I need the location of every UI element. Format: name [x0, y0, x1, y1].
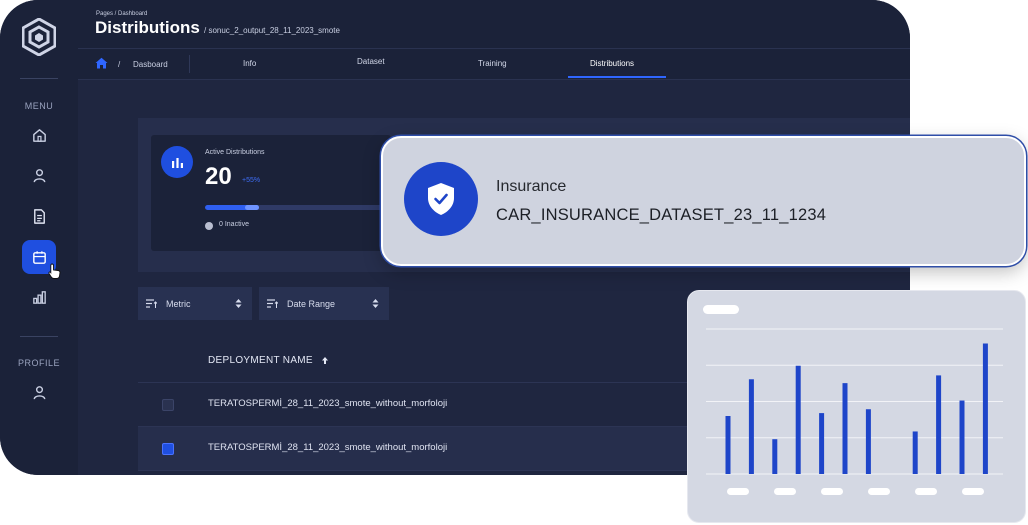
stat-delta: +55%: [242, 177, 261, 184]
toast-title: Insurance: [496, 178, 567, 195]
active-tab-indicator: [568, 76, 666, 78]
sort-lines-icon: [146, 299, 157, 308]
deployment-name-cell: TERATOSPERMİ_28_11_2023_smote_without_mo…: [208, 442, 448, 453]
stat-icon: [161, 146, 193, 178]
menu-label: MENU: [24, 101, 54, 111]
chart-bar: [819, 413, 825, 474]
metric-filter[interactable]: Metric: [138, 287, 252, 320]
current-file-name: / sonuc_2_output_28_11_2023_smote: [204, 26, 340, 35]
chart-bar: [959, 400, 965, 474]
sidebar: MENU PROFILE: [0, 0, 79, 475]
tab-training[interactable]: Training: [478, 59, 507, 68]
tab-info[interactable]: Info: [243, 59, 256, 68]
breadcrumb-separator: /: [118, 60, 121, 69]
deployment-name-column-header[interactable]: DEPLOYMENT NAME: [208, 355, 328, 366]
calendar-icon: [32, 250, 46, 264]
chart-bar: [912, 431, 918, 474]
breadcrumb-dashboard-link[interactable]: Dasboard: [133, 60, 168, 69]
column-header-label: DEPLOYMENT NAME: [208, 355, 313, 366]
logo-icon: [22, 18, 56, 56]
chart-bar: [842, 383, 848, 474]
bar-chart-icon: [32, 290, 46, 304]
stat-value: 20: [205, 163, 232, 190]
dataset-notification-card[interactable]: Insurance CAR_INSURANCE_DATASET_23_11_12…: [381, 136, 1026, 266]
row-checkbox[interactable]: [162, 399, 174, 411]
deployment-name-cell: TERATOSPERMİ_28_11_2023_smote_without_mo…: [208, 398, 448, 409]
x-axis-label-placeholder: [868, 488, 890, 495]
sort-lines-icon: [267, 299, 278, 308]
bar-chart-card: [687, 290, 1026, 523]
sidebar-item-user[interactable]: [22, 158, 56, 192]
sort-caret-icon: [235, 299, 242, 308]
tab-distributions[interactable]: Distributions: [590, 59, 634, 68]
x-axis-label-placeholder: [727, 488, 749, 495]
tab-divider: [189, 55, 190, 73]
sidebar-item-documents[interactable]: [22, 199, 56, 233]
bar-chart: [703, 305, 1003, 495]
active-distributions-card: Active Distributions 20 +55% 0 Inactive: [151, 135, 391, 251]
x-axis-label-placeholder: [774, 488, 796, 495]
chart-title-placeholder: [703, 305, 739, 314]
page-title: Distributions: [95, 18, 200, 37]
shield-check-icon: [428, 183, 454, 215]
progress-highlight: [245, 205, 259, 210]
home-icon: [32, 128, 46, 142]
chart-bar: [865, 409, 871, 474]
user-icon: [33, 168, 45, 182]
chart-bar: [748, 379, 754, 474]
x-axis-label-placeholder: [962, 488, 984, 495]
chart-bar: [725, 416, 731, 474]
row-checkbox-checked[interactable]: [162, 443, 174, 455]
sidebar-item-home[interactable]: [22, 118, 56, 152]
sidebar-item-charts[interactable]: [22, 280, 56, 314]
chart-bar: [795, 365, 801, 474]
sort-caret-icon: [372, 299, 379, 308]
chart-bar: [772, 439, 778, 474]
document-icon: [33, 208, 45, 224]
inactive-count: 0 Inactive: [219, 221, 249, 228]
home-icon[interactable]: [95, 57, 108, 69]
breadcrumb: Pages / Dashboard: [96, 11, 148, 17]
tab-bar: / Dasboard Info Dataset Training Distrib…: [78, 49, 910, 80]
metric-filter-label: Metric: [166, 298, 191, 309]
sidebar-divider: [20, 336, 58, 337]
inactive-status-dot: [205, 222, 213, 230]
progress-bar: [205, 205, 385, 210]
chart-bar: [982, 343, 988, 474]
stat-label: Active Distributions: [205, 149, 265, 156]
page-header: Pages / Dashboard Distributions / sonuc_…: [78, 0, 910, 49]
sidebar-item-profile[interactable]: [22, 375, 56, 409]
bar-chart-icon: [171, 157, 183, 168]
hand-cursor-icon: [48, 263, 61, 279]
x-axis-label-placeholder: [821, 488, 843, 495]
x-axis-label-placeholder: [915, 488, 937, 495]
user-icon: [33, 385, 45, 399]
date-range-filter[interactable]: Date Range: [259, 287, 389, 320]
date-range-filter-label: Date Range: [287, 298, 336, 309]
chart-bar: [936, 375, 942, 474]
tab-dataset[interactable]: Dataset: [357, 57, 385, 66]
sort-up-icon: [321, 356, 328, 364]
sidebar-divider: [20, 78, 58, 79]
toast-dataset-name: CAR_INSURANCE_DATASET_23_11_1234: [496, 206, 827, 224]
toast-icon-circle: [404, 162, 478, 236]
profile-label: PROFILE: [17, 358, 60, 368]
